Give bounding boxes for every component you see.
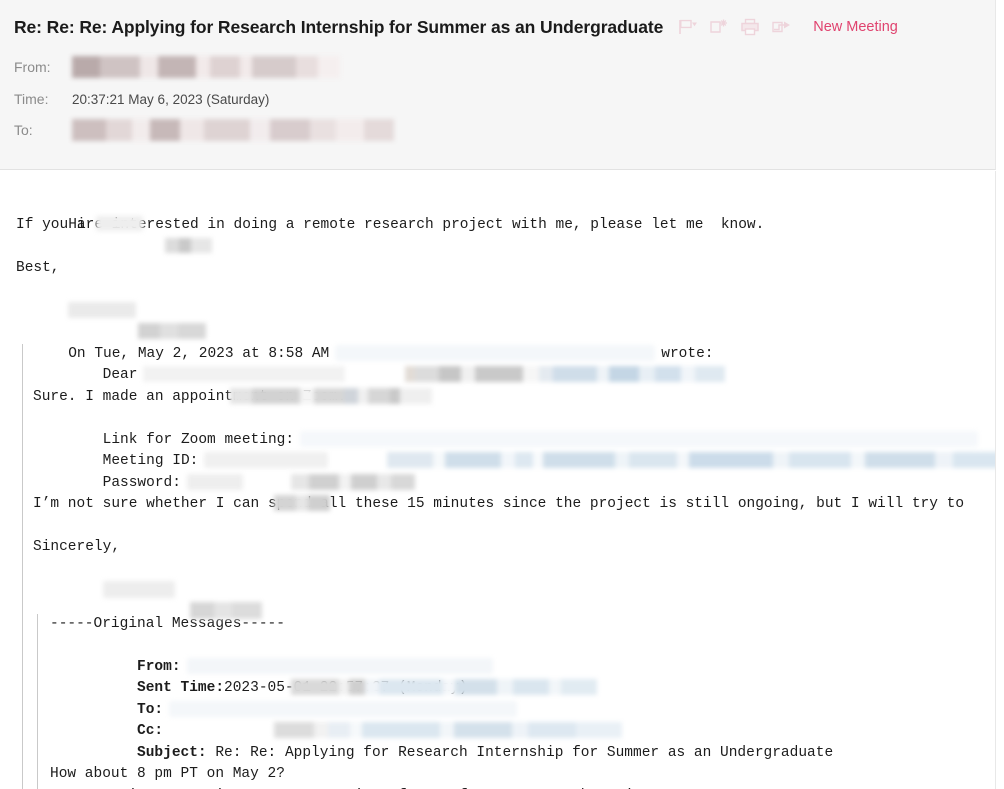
- signoff-line: Best,: [16, 259, 60, 276]
- forward-icon[interactable]: [770, 17, 791, 38]
- quoted-sender-name-line: [33, 559, 995, 620]
- quoted-sender-name-redacted: [102, 580, 262, 620]
- greeting-name-redacted: [95, 216, 213, 253]
- quote-intro-sender-redacted: [335, 344, 725, 383]
- to-value-redacted: [72, 119, 394, 141]
- sender-name-line: [16, 279, 995, 340]
- email-body: Hi If you are interested in doing a remo…: [0, 171, 996, 789]
- greeting-line: Hi: [16, 193, 995, 253]
- dear-name-redacted: [143, 366, 433, 404]
- quote-level-1: Dear Sure. I made an appointment on Zoom…: [22, 343, 995, 789]
- meeting-id-label: Meeting ID:: [102, 453, 199, 469]
- meeting-id-redacted: [204, 452, 416, 490]
- time-label: Time:: [14, 91, 49, 107]
- intro-line: If you are interested in doing a remote …: [16, 216, 765, 233]
- time-value: 20:37:21 May 6, 2023 (Saturday): [72, 91, 270, 107]
- password-redacted: [186, 473, 330, 512]
- tag-new-icon[interactable]: [708, 17, 729, 38]
- original-cc-label: Cc:: [137, 723, 164, 739]
- to-row: To:: [14, 119, 394, 141]
- from-value-redacted: [72, 56, 340, 78]
- from-label: From:: [14, 59, 51, 75]
- to-label: To:: [14, 122, 33, 138]
- quote-intro-suffix: wrote:: [661, 345, 714, 362]
- sincerely-line: Sincerely,: [33, 539, 121, 555]
- zoom-link-label: Link for Zoom meeting:: [102, 431, 295, 448]
- quote-level-2: -----Original Messages----- From: Sent T…: [37, 613, 995, 789]
- not-sure-line: I’m not sure whether I can spend all the…: [33, 496, 965, 512]
- from-row: From:: [14, 56, 340, 78]
- page-title: Re: Re: Re: Applying for Research Intern…: [14, 16, 664, 37]
- original-subject-value: Re: Re: Applying for Research Internship…: [206, 744, 834, 761]
- subject-row: Re: Re: Re: Applying for Research Intern…: [14, 12, 987, 42]
- original-to-label: To:: [137, 701, 164, 718]
- email-body-content: Hi If you are interested in doing a remo…: [0, 171, 995, 789]
- print-icon[interactable]: [739, 17, 760, 38]
- zoom-link-redacted: [300, 430, 995, 469]
- time-row: Time: 20:37:21 May 6, 2023 (Saturday): [14, 88, 269, 110]
- header-actions: New Meeting: [677, 17, 898, 38]
- original-to-redacted: [169, 700, 622, 739]
- email-header: Re: Re: Re: Applying for Research Intern…: [0, 0, 996, 170]
- flag-dropdown-icon[interactable]: [677, 17, 698, 38]
- original-from-label: From:: [137, 658, 181, 675]
- you-can-give-line: You can give a 15 minutes presentation o…: [50, 786, 995, 789]
- how-about-line: How about 8 pm PT on May 2?: [50, 766, 285, 782]
- new-meeting-button[interactable]: New Meeting: [813, 19, 898, 35]
- original-from-redacted: [186, 657, 597, 696]
- password-label: Password:: [102, 474, 181, 491]
- dear-text: Dear: [102, 367, 138, 383]
- sender-name-redacted: [68, 301, 206, 340]
- original-from-line: From:: [50, 635, 995, 696]
